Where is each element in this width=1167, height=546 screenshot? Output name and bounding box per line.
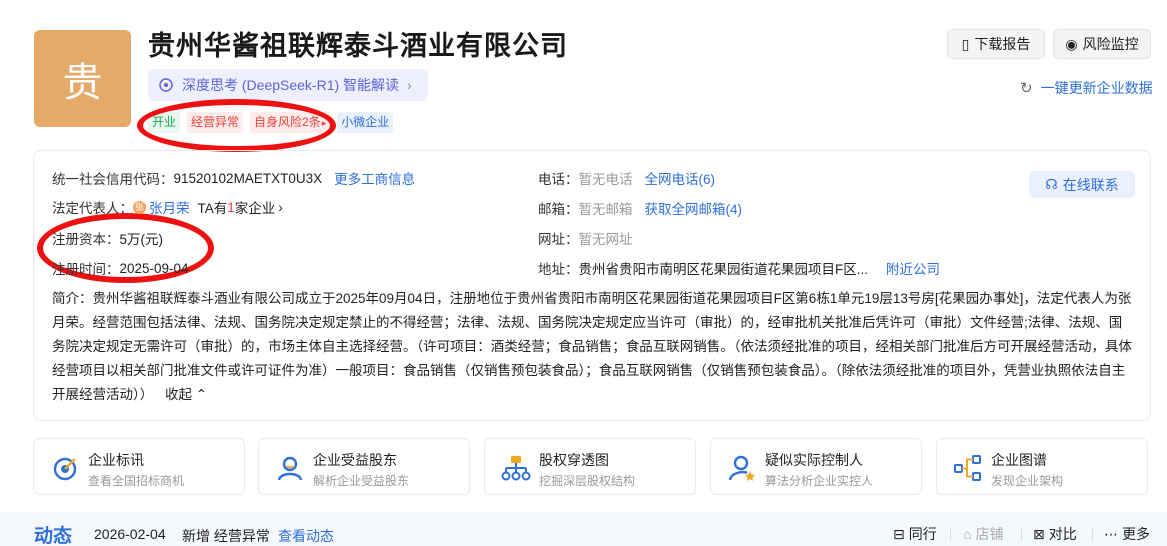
shops-button[interactable]: ⌂ 店铺 [963, 524, 1003, 544]
tag-risk[interactable]: 自身风险2条▸ [250, 112, 331, 133]
email-row: 邮箱： 暂无邮箱 获取全网邮箱(4) [538, 198, 742, 218]
nearby-companies-link[interactable]: 附近公司 [886, 258, 940, 278]
caret-right-icon: ▸ [321, 118, 327, 128]
online-contact-button[interactable]: ☊ 在线联系 [1029, 171, 1135, 198]
target-icon [53, 457, 77, 481]
registration-date: 2025-09-04 [119, 260, 189, 276]
user-icon [277, 456, 303, 481]
card-actual-controller[interactable]: 疑似实际控制人 算法分析企业实控人 [710, 438, 922, 495]
chevron-right-icon: › [278, 199, 283, 215]
ai-sparkle-icon [159, 78, 173, 92]
eye-icon: ◉ [1065, 35, 1078, 52]
chevron-up-icon: ⌃ [195, 387, 208, 402]
dynamics-date: 2026-02-04 [94, 526, 166, 542]
tag-micro: 小微企业 [337, 112, 394, 133]
website-row: 网址： 暂无网址 [538, 232, 633, 247]
ai-analysis-button[interactable]: 深度思考 (DeepSeek-R1) 智能解读 › [148, 69, 428, 101]
reg-date-row: 注册时间： 2025-09-04 [52, 260, 189, 278]
more-dots-icon: ⋯ [1104, 525, 1118, 542]
ai-analysis-label: 深度思考 (DeepSeek-R1) 智能解读 [182, 77, 400, 93]
phone-row: 电话： 暂无电话 全网电话(6) [538, 168, 715, 188]
briefcase-icon: ⊟ [893, 525, 905, 542]
collapse-button[interactable]: 收起 ⌃ [165, 387, 207, 402]
refresh-icon: ↻ [1020, 80, 1033, 97]
all-phones-link[interactable]: 全网电话(6) [645, 168, 716, 188]
legal-rep-link[interactable]: 张月荣 [149, 197, 190, 217]
capital-row: 注册资本： 5万(元) [52, 228, 163, 248]
refresh-data-button[interactable]: ↻ 一键更新企业数据 [1020, 78, 1153, 98]
status-tags: 开业 经营异常 自身风险2条▸ 小微企业 [148, 112, 394, 133]
download-report-button[interactable]: ▯ 下载报告 [947, 29, 1045, 59]
chevron-right-icon: › [407, 77, 412, 93]
shop-icon: ⌂ [963, 526, 972, 542]
tag-abnormal[interactable]: 经营异常 [187, 112, 244, 133]
avatar: 张 [133, 200, 146, 214]
graph-icon [954, 455, 981, 481]
tag-open: 开业 [148, 112, 181, 133]
peers-button[interactable]: ⊟ 同行 [893, 524, 937, 544]
card-enterprise-graph[interactable]: 企业图谱 发现企业架构 [936, 438, 1148, 495]
divider [1021, 527, 1022, 541]
card-beneficial-owners[interactable]: 企业受益股东 解析企业受益股东 [258, 438, 470, 495]
address-row: 地址： 贵州省贵阳市南明区花果园街道花果园项目F区... 附近公司 [538, 258, 940, 278]
company-name: 贵州华酱祖联辉泰斗酒业有限公司 [148, 31, 568, 61]
compare-icon: ⊠ [1033, 525, 1045, 542]
compare-button[interactable]: ⊠ 对比 [1033, 524, 1077, 544]
legal-rep-row: 法定代表人： 张 张月荣 TA有 1 家企业 › [52, 197, 283, 217]
dynamics-event: 新增 经营异常 [182, 528, 270, 544]
view-dynamics-link[interactable]: 查看动态 [278, 526, 334, 546]
risk-monitor-button[interactable]: ◉ 风险监控 [1053, 29, 1151, 59]
company-logo: 贵 [34, 30, 131, 127]
legal-rep-company-count: 1 [227, 199, 235, 215]
divider [1092, 527, 1093, 541]
all-emails-link[interactable]: 获取全网邮箱(4) [645, 198, 743, 218]
document-icon: ▯ [961, 35, 970, 52]
org-chart-icon [501, 456, 531, 481]
more-business-link[interactable]: 更多工商信息 [334, 168, 415, 188]
card-bid-info[interactable]: 企业标讯 查看全国招标商机 [33, 438, 245, 495]
divider [950, 527, 951, 541]
credit-code: 91520102MAETXT0U3X [173, 170, 323, 186]
address-text: 贵州省贵阳市南明区花果园街道花果园项目F区... [578, 262, 869, 277]
headset-icon: ☊ [1045, 176, 1058, 192]
user-star-icon [728, 455, 755, 481]
card-equity-penetration[interactable]: 股权穿透图 挖掘深层股权结构 [484, 438, 696, 495]
dynamics-title: 动态 [34, 526, 73, 546]
credit-code-row: 统一社会信用代码： 91520102MAETXT0U3X 更多工商信息 [52, 168, 415, 188]
more-button[interactable]: ⋯ 更多 [1104, 524, 1150, 544]
registered-capital: 5万(元) [119, 232, 164, 247]
company-intro: 简介：贵州华酱祖联辉泰斗酒业有限公司成立于2025年09月04日，注册地位于贵州… [52, 291, 1132, 402]
